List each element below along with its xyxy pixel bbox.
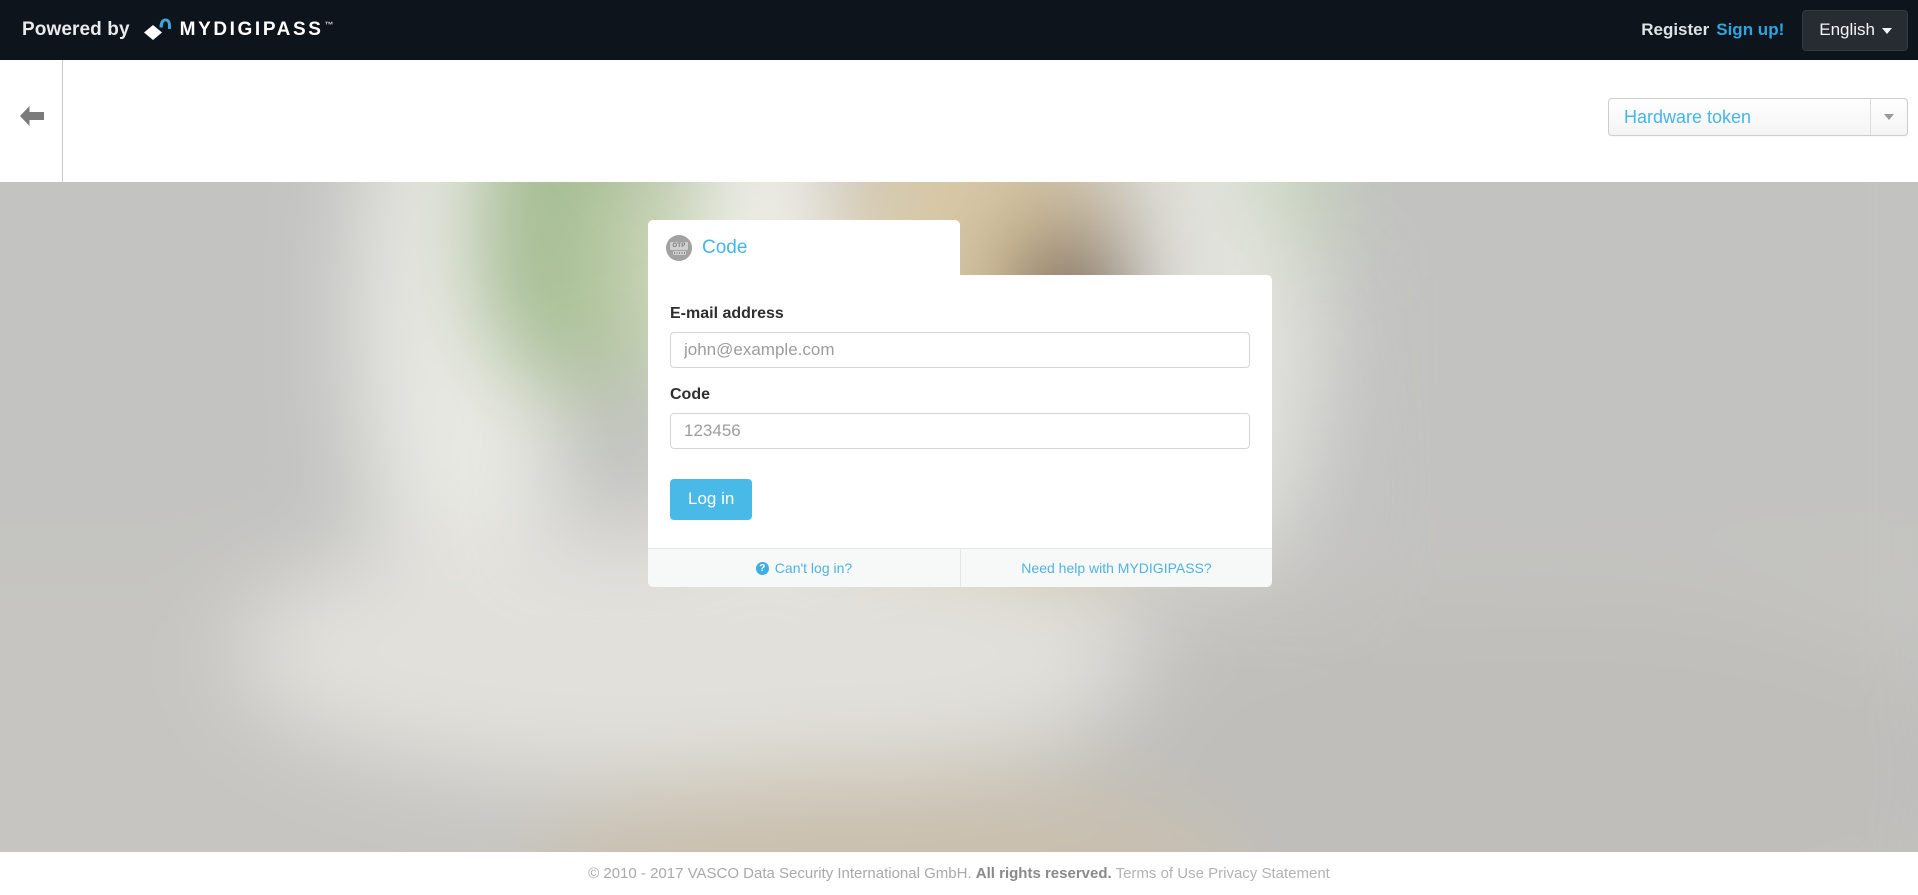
need-help-link[interactable]: Need help with MYDIGIPASS? bbox=[960, 549, 1272, 587]
login-method-selected-value: Hardware token bbox=[1624, 106, 1752, 127]
brand-name-label: MYDIGIPASS™ bbox=[179, 19, 334, 40]
padlock-diamond-icon bbox=[142, 16, 172, 44]
sign-up-link[interactable]: Sign up! bbox=[1716, 20, 1784, 40]
arrow-left-icon bbox=[17, 103, 47, 134]
topbar-right-group: Register Sign up! English bbox=[1641, 0, 1908, 60]
sub-header-bar: Log in with your Hardware token bbox=[0, 60, 1918, 182]
login-method-caret-button[interactable] bbox=[1870, 99, 1907, 135]
language-selector-button[interactable]: English bbox=[1802, 9, 1908, 51]
footer-rights-reserved: All rights reserved. bbox=[975, 865, 1112, 882]
login-card-footer: ? Can't log in? Need help with MYDIGIPAS… bbox=[648, 548, 1272, 587]
cant-log-in-label: Can't log in? bbox=[774, 560, 853, 576]
question-circle-icon: ? bbox=[755, 561, 769, 575]
powered-by-label: Powered by bbox=[22, 19, 130, 40]
trademark-mark: ™ bbox=[324, 19, 334, 30]
page-footer: © 2010 - 2017 VASCO Data Security Intern… bbox=[0, 852, 1918, 895]
tab-code-label: Code bbox=[702, 237, 748, 258]
back-button[interactable] bbox=[12, 98, 52, 138]
privacy-statement-link[interactable]: Privacy Statement bbox=[1208, 865, 1330, 882]
top-navigation-bar: Powered by MYDIGIPASS™ Register Sign up!… bbox=[0, 0, 1918, 60]
otp-token-icon: OTP bbox=[666, 235, 692, 261]
footer-legal-text: © 2010 - 2017 VASCO Data Security Intern… bbox=[588, 865, 1330, 882]
log-in-button[interactable]: Log in bbox=[670, 479, 753, 520]
cant-log-in-link[interactable]: ? Can't log in? bbox=[648, 549, 960, 587]
need-help-label: Need help with MYDIGIPASS? bbox=[1021, 560, 1212, 576]
tab-code[interactable]: OTP Code bbox=[648, 220, 960, 276]
login-card: OTP Code E-mail address Code Log in ? Ca… bbox=[648, 220, 1272, 587]
otp-token-keypad-graphic bbox=[672, 250, 686, 255]
otp-token-icon-text: OTP bbox=[670, 241, 688, 250]
email-field[interactable] bbox=[670, 332, 1250, 368]
language-selector-label: English bbox=[1819, 19, 1875, 39]
caret-down-icon bbox=[1882, 27, 1892, 34]
header-vertical-divider bbox=[62, 60, 63, 182]
login-method-select[interactable]: Hardware token bbox=[1608, 98, 1908, 136]
brand-logo-group[interactable]: Powered by MYDIGIPASS™ bbox=[22, 0, 334, 60]
register-label: Register bbox=[1641, 20, 1710, 39]
caret-down-icon bbox=[1884, 114, 1894, 120]
login-form: E-mail address Code Log in bbox=[648, 275, 1272, 548]
footer-copyright: © 2010 - 2017 VASCO Data Security Intern… bbox=[588, 865, 972, 882]
terms-of-use-link[interactable]: Terms of Use bbox=[1116, 865, 1204, 882]
code-field[interactable] bbox=[670, 413, 1250, 449]
code-field-label: Code bbox=[670, 386, 710, 403]
email-field-label: E-mail address bbox=[670, 305, 784, 322]
